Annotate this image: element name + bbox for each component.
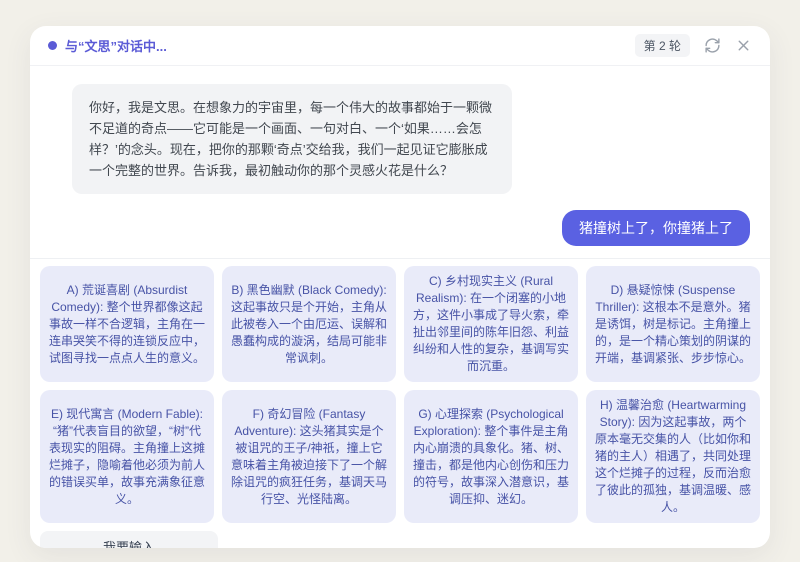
dialog-header: 与“文思”对话中... 第 2 轮 bbox=[30, 26, 770, 66]
option-card-g[interactable]: G) 心理探索 (Psychological Exploration): 整个事… bbox=[404, 390, 578, 523]
option-card-h[interactable]: H) 温馨治愈 (Heartwarming Story): 因为这起事故，两个原… bbox=[586, 390, 760, 523]
option-card-b[interactable]: B) 黑色幽默 (Black Comedy): 这起事故只是个开始，主角从此被卷… bbox=[222, 266, 396, 382]
option-card-c[interactable]: C) 乡村现实主义 (Rural Realism): 在一个闭塞的小地方，这件小… bbox=[404, 266, 578, 382]
chat-area: 你好，我是文思。在想象力的宇宙里，每一个伟大的故事都始于一颗微不足道的奇点——它… bbox=[30, 66, 770, 246]
close-icon[interactable] bbox=[735, 37, 752, 54]
option-card-d[interactable]: D) 悬疑惊悚 (Suspense Thriller): 这根本不是意外。猪是诱… bbox=[586, 266, 760, 382]
option-card-a[interactable]: A) 荒诞喜剧 (Absurdist Comedy): 整个世界都像这起事故一样… bbox=[40, 266, 214, 382]
dialog-title: 与“文思”对话中... bbox=[65, 36, 167, 55]
refresh-icon[interactable] bbox=[704, 37, 721, 54]
manual-input-row: 我要输入 bbox=[30, 529, 770, 548]
header-actions: 第 2 轮 bbox=[635, 34, 752, 57]
round-badge: 第 2 轮 bbox=[635, 34, 690, 57]
status-dot-icon bbox=[48, 41, 57, 50]
manual-input-button[interactable]: 我要输入 bbox=[40, 531, 218, 548]
option-grid: A) 荒诞喜剧 (Absurdist Comedy): 整个世界都像这起事故一样… bbox=[30, 259, 770, 529]
dialog-panel: 与“文思”对话中... 第 2 轮 你好，我是文思。在想象力的宇宙里，每一个伟大… bbox=[30, 26, 770, 548]
user-message-row: 猪撞树上了，你撞猪上了 bbox=[72, 210, 750, 246]
option-card-e[interactable]: E) 现代寓言 (Modern Fable): “猪”代表盲目的欲望，“树”代表… bbox=[40, 390, 214, 523]
ai-message-bubble: 你好，我是文思。在想象力的宇宙里，每一个伟大的故事都始于一颗微不足道的奇点——它… bbox=[72, 84, 512, 194]
user-message-bubble: 猪撞树上了，你撞猪上了 bbox=[562, 210, 750, 246]
option-card-f[interactable]: F) 奇幻冒险 (Fantasy Adventure): 这头猪其实是个被诅咒的… bbox=[222, 390, 396, 523]
